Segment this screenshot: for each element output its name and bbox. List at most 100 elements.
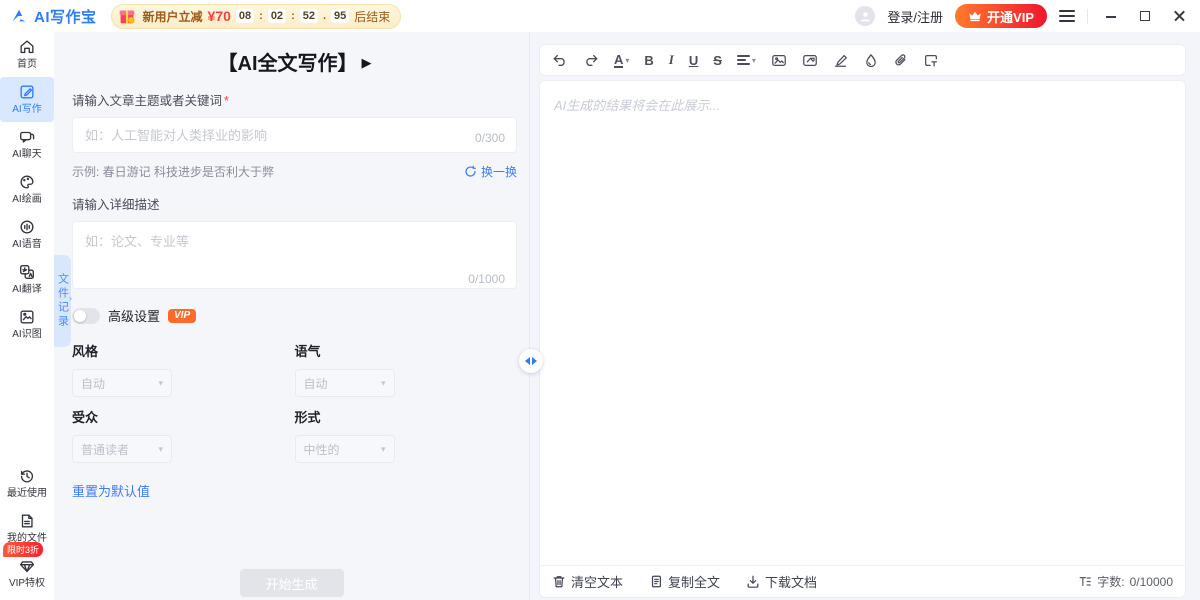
word-count-icon bbox=[1078, 575, 1092, 588]
close-button[interactable] bbox=[1168, 9, 1190, 24]
menu-icon[interactable] bbox=[1059, 10, 1075, 22]
avatar[interactable] bbox=[855, 6, 875, 26]
login-link[interactable]: 登录/注册 bbox=[887, 7, 943, 26]
image-icon bbox=[771, 53, 787, 68]
sidebar-item-ai-voice[interactable]: AI语音 bbox=[0, 212, 54, 257]
audience-select[interactable]: 普通读者 ▾ bbox=[72, 435, 172, 463]
chevron-down-icon: ▾ bbox=[381, 444, 386, 455]
italic-button[interactable]: I bbox=[669, 50, 674, 70]
format-select[interactable]: 中性的 ▾ bbox=[295, 435, 395, 463]
compose-icon bbox=[18, 83, 36, 101]
promo-amount: ¥70 bbox=[208, 8, 231, 24]
format-painter-button[interactable] bbox=[923, 50, 939, 70]
font-color-button[interactable]: A▾ bbox=[614, 50, 629, 70]
font-color-icon: A bbox=[614, 53, 623, 68]
sidebar-item-label: 最近使用 bbox=[7, 488, 47, 499]
description-counter: 0/1000 bbox=[468, 272, 505, 286]
file-records-drawer[interactable]: 文件记录 › bbox=[54, 255, 71, 347]
reset-defaults-link[interactable]: 重置为默认值 bbox=[72, 481, 150, 500]
restore-button[interactable] bbox=[1134, 9, 1156, 24]
brush-button[interactable] bbox=[833, 50, 849, 70]
undo-button[interactable] bbox=[552, 50, 568, 70]
sidebar-item-label: AI语音 bbox=[12, 239, 41, 250]
sidebar-item-ai-chat[interactable]: AI聊天 bbox=[0, 122, 54, 167]
topic-input[interactable] bbox=[72, 117, 517, 153]
underline-icon: U bbox=[689, 53, 698, 68]
promo-suffix: 后结束 bbox=[354, 8, 390, 25]
page-title: 【AI全文写作】 ▶ bbox=[72, 47, 517, 76]
example-text: 示例: 春日游记 科技进步是否利大于弊 bbox=[72, 163, 274, 180]
chevron-down-icon: ▾ bbox=[158, 444, 163, 455]
advanced-settings-toggle[interactable] bbox=[72, 308, 100, 324]
insert-media-button[interactable] bbox=[802, 50, 818, 70]
trash-icon bbox=[552, 574, 566, 589]
audience-label: 受众 bbox=[72, 407, 295, 426]
insert-image-button[interactable] bbox=[771, 50, 787, 70]
open-vip-button[interactable]: 开通VIP bbox=[955, 4, 1047, 28]
sidebar-item-label: AI聊天 bbox=[12, 149, 41, 160]
sidebar-item-ai-writing[interactable]: AI写作 bbox=[0, 77, 54, 122]
download-icon bbox=[746, 574, 760, 589]
countdown-sep: : bbox=[291, 10, 295, 22]
clear-text-button[interactable]: 清空文本 bbox=[552, 572, 623, 591]
promo-banner[interactable]: 新用户立减 ¥70 08 : 02 : 52 . 95 后结束 bbox=[111, 4, 402, 29]
countdown-seconds: 52 bbox=[300, 9, 318, 23]
countdown-sep: : bbox=[259, 10, 263, 22]
ink-button[interactable] bbox=[864, 50, 878, 70]
sidebar-item-label: AI写作 bbox=[12, 104, 41, 115]
tone-select[interactable]: 自动 ▾ bbox=[295, 369, 395, 397]
sidebar-item-recent[interactable]: 最近使用 bbox=[0, 461, 54, 506]
sidebar-item-ai-image-recognition[interactable]: AI识图 bbox=[0, 302, 54, 347]
sidebar-item-label: 首页 bbox=[17, 59, 37, 70]
collapse-left-icon bbox=[525, 357, 530, 365]
sidebar: 首页 AI写作 AI聊天 AI绘画 AI语音 AI翻译 AI识图 最近使用 我的… bbox=[0, 32, 54, 600]
topic-label: 请输入文章主题或者关键词* bbox=[72, 90, 517, 109]
close-icon bbox=[1174, 11, 1184, 21]
sidebar-item-vip-privileges[interactable]: 限时3折 VIP特权 bbox=[0, 551, 54, 596]
underline-button[interactable]: U bbox=[689, 50, 698, 70]
word-count-value: 0/10000 bbox=[1130, 575, 1173, 589]
panel-collapse-handle[interactable] bbox=[519, 349, 543, 373]
undo-icon bbox=[552, 53, 568, 67]
bold-icon: B bbox=[644, 53, 653, 68]
paperclip-icon bbox=[893, 53, 908, 68]
image-recognition-icon bbox=[18, 308, 36, 326]
description-label: 请输入详细描述 bbox=[72, 194, 517, 213]
audience-value: 普通读者 bbox=[81, 441, 158, 458]
redo-button[interactable] bbox=[583, 50, 599, 70]
tone-label: 语气 bbox=[295, 341, 518, 360]
file-icon bbox=[18, 512, 36, 530]
result-editor[interactable]: AI生成的结果将会在此展示... 清空文本 复制全文 下载文档 字数: 0/10… bbox=[539, 80, 1186, 598]
sidebar-item-home[interactable]: 首页 bbox=[0, 32, 54, 77]
download-doc-button[interactable]: 下载文档 bbox=[746, 572, 817, 591]
chevron-right-icon: › bbox=[69, 293, 72, 303]
editor-bottom-bar: 清空文本 复制全文 下载文档 字数: 0/10000 bbox=[540, 565, 1185, 597]
sidebar-item-ai-paint[interactable]: AI绘画 bbox=[0, 167, 54, 212]
promo-text: 新用户立减 bbox=[143, 8, 203, 25]
countdown-minutes: 02 bbox=[268, 9, 286, 23]
history-icon bbox=[18, 467, 36, 485]
generate-button[interactable]: 开始生成 bbox=[240, 569, 344, 597]
format-value: 中性的 bbox=[304, 441, 381, 458]
sidebar-item-ai-translate[interactable]: AI翻译 bbox=[0, 257, 54, 302]
description-textarea[interactable] bbox=[72, 221, 517, 289]
advanced-settings-label: 高级设置 bbox=[108, 306, 160, 325]
align-button[interactable]: ▾ bbox=[737, 50, 756, 70]
minimize-button[interactable] bbox=[1100, 9, 1122, 24]
bold-button[interactable]: B bbox=[644, 50, 653, 70]
app-logo: AI写作宝 bbox=[10, 6, 97, 27]
attachment-button[interactable] bbox=[893, 50, 908, 70]
copy-all-button[interactable]: 复制全文 bbox=[649, 572, 720, 591]
voice-icon bbox=[18, 218, 36, 236]
sidebar-item-label: AI识图 bbox=[12, 329, 41, 340]
collapse-right-icon bbox=[532, 357, 537, 365]
title-arrow-icon[interactable]: ▶ bbox=[362, 55, 372, 71]
style-label: 风格 bbox=[72, 341, 295, 360]
sidebar-item-label: VIP特权 bbox=[9, 578, 45, 589]
chevron-down-icon: ▾ bbox=[158, 378, 163, 389]
style-select[interactable]: 自动 ▾ bbox=[72, 369, 172, 397]
strikethrough-button[interactable]: S bbox=[713, 50, 722, 70]
divider bbox=[1087, 9, 1088, 24]
shuffle-link[interactable]: 换一换 bbox=[464, 163, 517, 180]
restore-icon bbox=[1140, 11, 1150, 21]
